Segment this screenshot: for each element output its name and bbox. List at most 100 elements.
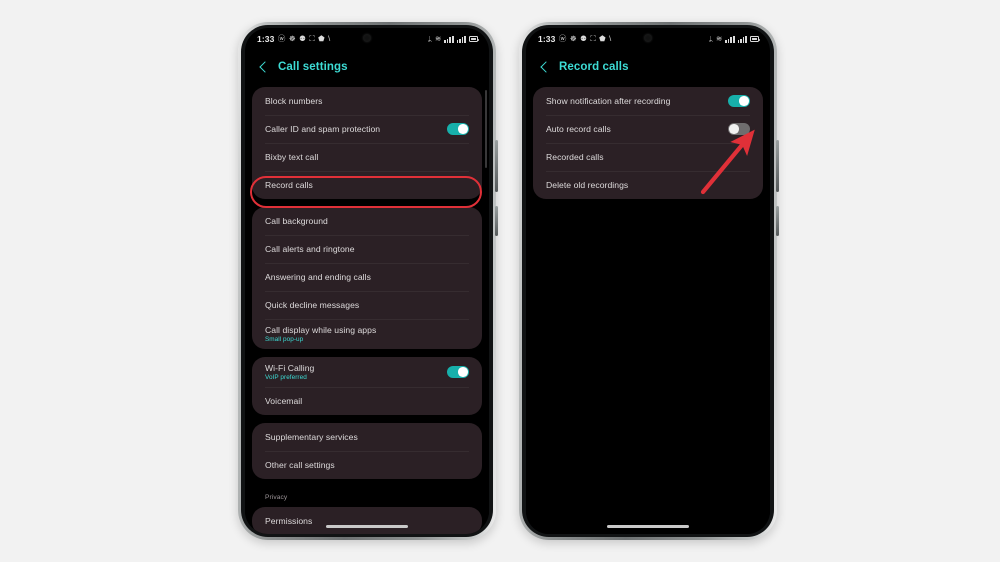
row-text: Recorded calls (546, 146, 604, 168)
row-label: Call display while using apps (265, 325, 377, 335)
gesture-nav-bar[interactable] (326, 525, 408, 528)
row-text: Call alerts and ringtone (265, 238, 355, 260)
setting-row-call-alerts[interactable]: Call alerts and ringtone (252, 235, 482, 263)
back-chevron-icon[interactable] (539, 62, 550, 73)
status-bar-right: ᛦ ≋ (427, 34, 480, 44)
row-label: Show notification after recording (546, 96, 671, 106)
page-title: Call settings (278, 61, 348, 73)
row-text: Permissions (265, 510, 312, 532)
setting-row-caller-id[interactable]: Caller ID and spam protection (252, 115, 482, 143)
battery-icon (750, 36, 761, 42)
row-label: Wi-Fi Calling (265, 363, 315, 373)
back-chevron-icon[interactable] (258, 62, 269, 73)
setting-row-wifi-calling[interactable]: Wi-Fi Calling VoIP preferred (252, 357, 482, 387)
volume-button[interactable] (776, 140, 779, 192)
app-icon-2: ⬟ (318, 34, 325, 44)
volume-button[interactable] (495, 140, 498, 192)
setting-row-answering-ending[interactable]: Answering and ending calls (252, 263, 482, 291)
row-text: Supplementary services (265, 426, 358, 448)
row-label: Record calls (265, 180, 313, 190)
status-bar-right: ᛦ ≋ (708, 34, 761, 44)
group-record-calls: Show notification after recording Auto r… (533, 87, 763, 199)
row-label: Quick decline messages (265, 300, 360, 310)
wifi-calling-toggle[interactable] (447, 366, 469, 378)
caller-id-toggle[interactable] (447, 123, 469, 135)
section-header-privacy: Privacy (265, 494, 288, 501)
row-label: Voicemail (265, 396, 303, 406)
wifi-icon: ≋ (434, 34, 442, 44)
row-text: Wi-Fi Calling VoIP preferred (265, 357, 314, 387)
setting-row-block-numbers[interactable]: Block numbers (252, 87, 482, 115)
wifi-icon: ≋ (715, 34, 723, 44)
row-label: Answering and ending calls (265, 272, 371, 282)
power-button[interactable] (776, 206, 779, 236)
settings-scroll-area[interactable]: Block numbers Caller ID and spam protect… (245, 87, 489, 534)
power-button[interactable] (495, 206, 498, 236)
gesture-nav-bar[interactable] (607, 525, 689, 528)
setting-row-auto-record-calls[interactable]: Auto record calls (533, 115, 763, 143)
row-text: Record calls (265, 174, 313, 196)
record-calls-phone: 1:33 ⓦ ☸ ⚉ ⛶ ⬟ \ ᛦ ≋ Record calls Show n… (519, 22, 779, 540)
row-label: Caller ID and spam protection (265, 124, 381, 134)
row-text: Show notification after recording (546, 90, 670, 112)
setting-row-other-call-settings[interactable]: Other call settings (252, 451, 482, 479)
group-network: Wi-Fi Calling VoIP preferred Voicemail (252, 357, 482, 415)
backslash-icon: \ (328, 34, 331, 44)
status-bar-left: 1:33 ⓦ ☸ ⚉ ⛶ ⬟ \ (257, 34, 330, 44)
setting-row-voicemail[interactable]: Voicemail (252, 387, 482, 415)
status-time: 1:33 (538, 34, 556, 44)
bluetooth-icon: ᛦ (708, 34, 713, 44)
scrollbar[interactable] (485, 90, 487, 168)
setting-row-quick-decline[interactable]: Quick decline messages (252, 291, 482, 319)
row-label: Auto record calls (546, 124, 611, 134)
status-time: 1:33 (257, 34, 275, 44)
row-label: Call background (265, 216, 328, 226)
call-settings-phone: 1:33 ⓦ ☸ ⚉ ⛶ ⬟ \ ᛦ ≋ Call settings Block… (238, 22, 498, 540)
setting-row-call-display[interactable]: Call display while using apps Small pop-… (252, 319, 482, 349)
setting-row-show-notification[interactable]: Show notification after recording (533, 87, 763, 115)
app-icon: ☸ (569, 34, 577, 44)
row-text: Block numbers (265, 90, 323, 112)
screenshot-stage: 1:33 ⓦ ☸ ⚉ ⛶ ⬟ \ ᛦ ≋ Call settings Block… (0, 0, 1000, 562)
app-header: Call settings (245, 50, 489, 87)
setting-row-record-calls[interactable]: Record calls (252, 171, 482, 199)
row-text: Delete old recordings (546, 174, 628, 196)
network-icon (444, 35, 454, 43)
photos-icon: ⛶ (309, 34, 315, 44)
backslash-icon: \ (609, 34, 612, 44)
row-label: Call alerts and ringtone (265, 244, 355, 254)
row-text: Call display while using apps Small pop-… (265, 319, 376, 349)
row-label: Permissions (265, 516, 313, 526)
settings-scroll-area[interactable]: Show notification after recording Auto r… (526, 87, 770, 199)
app-icon: ☸ (288, 34, 296, 44)
page-title: Record calls (559, 61, 629, 73)
show-notification-toggle[interactable] (728, 95, 750, 107)
setting-row-supplementary-services[interactable]: Supplementary services (252, 423, 482, 451)
signal-icon (737, 35, 747, 43)
whatsapp-icon: ⓦ (558, 34, 567, 44)
front-camera-icon (644, 34, 652, 42)
row-text: Quick decline messages (265, 294, 359, 316)
bluetooth-icon: ᛦ (427, 34, 432, 44)
row-text: Bixby text call (265, 146, 318, 168)
group-blocking: Block numbers Caller ID and spam protect… (252, 87, 482, 199)
row-sublabel: VoIP preferred (265, 374, 307, 381)
setting-row-bixby-text-call[interactable]: Bixby text call (252, 143, 482, 171)
whatsapp-icon: ⓦ (277, 34, 286, 44)
row-label: Supplementary services (265, 432, 358, 442)
front-camera-icon (363, 34, 371, 42)
row-label: Recorded calls (546, 152, 604, 162)
setting-row-call-background[interactable]: Call background (252, 207, 482, 235)
row-label: Bixby text call (265, 152, 319, 162)
row-text: Other call settings (265, 454, 335, 476)
setting-row-recorded-calls[interactable]: Recorded calls (533, 143, 763, 171)
row-text: Caller ID and spam protection (265, 118, 380, 140)
row-sublabel: Small pop-up (265, 336, 304, 343)
setting-row-delete-old-recordings[interactable]: Delete old recordings (533, 171, 763, 199)
auto-record-calls-toggle[interactable] (728, 123, 750, 135)
battery-icon (469, 36, 480, 42)
status-bar-left: 1:33 ⓦ ☸ ⚉ ⛶ ⬟ \ (538, 34, 611, 44)
setting-row-permissions[interactable]: Permissions (252, 507, 482, 534)
app-icon-2: ⬟ (599, 34, 606, 44)
app-header: Record calls (526, 50, 770, 87)
